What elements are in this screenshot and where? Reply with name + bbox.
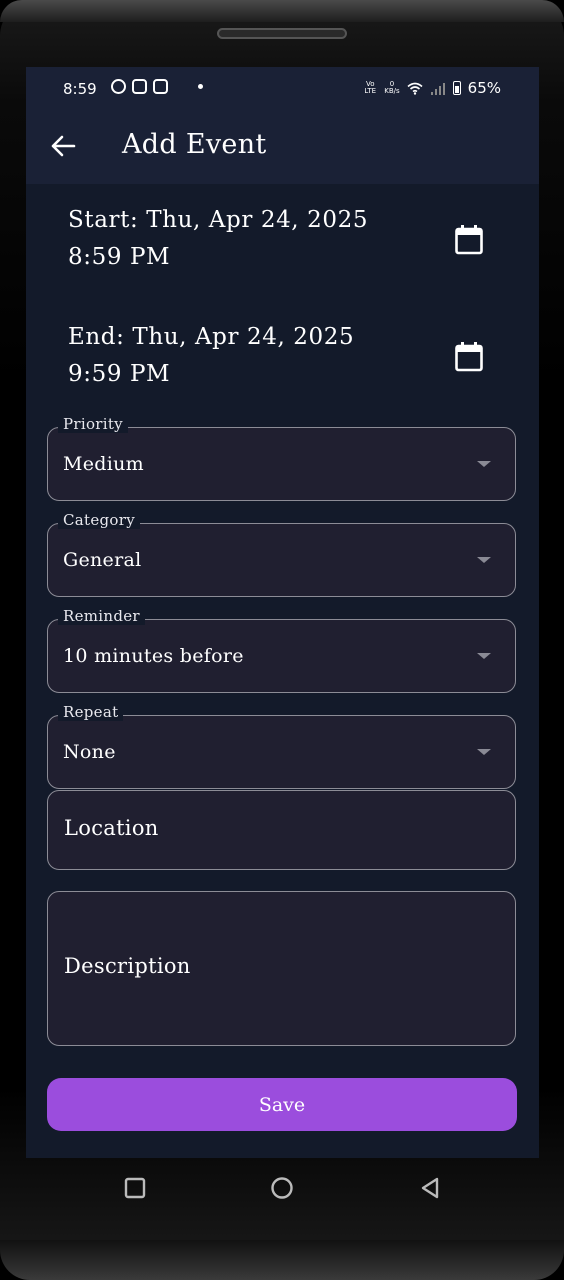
screen: 8:59 Vo LTE 0 KB/s 65% Add Event Start: … bbox=[26, 67, 539, 1158]
more-notifications-dot bbox=[198, 84, 203, 89]
back-triangle-icon[interactable] bbox=[418, 1176, 442, 1200]
chevron-down-icon bbox=[477, 749, 491, 755]
start-calendar-icon[interactable] bbox=[454, 224, 484, 256]
end-time: 9:59 PM bbox=[68, 361, 171, 387]
page-title: Add Event bbox=[122, 129, 267, 160]
repeat-label: Repeat bbox=[58, 703, 124, 721]
location-input[interactable]: Location bbox=[47, 790, 516, 870]
phone-frame-top bbox=[0, 0, 564, 22]
end-calendar-icon[interactable] bbox=[454, 341, 484, 373]
chevron-down-icon bbox=[477, 653, 491, 659]
category-label: Category bbox=[58, 511, 141, 529]
recents-square-icon[interactable] bbox=[123, 1176, 147, 1200]
battery-icon bbox=[452, 81, 461, 95]
status-bar: 8:59 Vo LTE 0 KB/s 65% bbox=[26, 67, 539, 109]
back-arrow-icon[interactable] bbox=[50, 133, 76, 159]
start-datetime-text: Start: Thu, Apr 24, 2025 8:59 PM bbox=[68, 202, 368, 276]
category-value: General bbox=[63, 549, 142, 571]
reminder-dropdown[interactable]: Reminder 10 minutes before bbox=[47, 607, 516, 693]
instagram-icon bbox=[153, 79, 168, 94]
home-circle-icon[interactable] bbox=[270, 1176, 294, 1200]
chevron-down-icon bbox=[477, 557, 491, 563]
app-bar: Add Event bbox=[26, 109, 539, 184]
earpiece-speaker bbox=[217, 28, 347, 39]
priority-dropdown[interactable]: Priority Medium bbox=[47, 415, 516, 501]
end-datetime-text: End: Thu, Apr 24, 2025 9:59 PM bbox=[68, 319, 354, 393]
reminder-value: 10 minutes before bbox=[63, 645, 244, 667]
location-placeholder: Location bbox=[64, 816, 159, 840]
whatsapp-icon bbox=[111, 79, 126, 94]
end-date: End: Thu, Apr 24, 2025 bbox=[68, 324, 355, 350]
system-nav-bar bbox=[0, 1158, 564, 1218]
save-button[interactable]: Save bbox=[47, 1078, 517, 1131]
status-right: Vo LTE 0 KB/s 65% bbox=[363, 79, 501, 97]
instagram-icon bbox=[132, 79, 147, 94]
priority-label: Priority bbox=[58, 415, 128, 433]
phone-frame-bottom bbox=[0, 1240, 564, 1280]
category-dropdown[interactable]: Category General bbox=[47, 511, 516, 597]
status-time: 8:59 bbox=[63, 80, 97, 98]
notification-icons bbox=[111, 79, 203, 94]
start-datetime-row[interactable]: Start: Thu, Apr 24, 2025 8:59 PM bbox=[26, 202, 539, 292]
repeat-value: None bbox=[63, 741, 116, 763]
start-time: 8:59 PM bbox=[68, 244, 171, 270]
signal-icon bbox=[430, 82, 445, 95]
battery-level: 65% bbox=[467, 79, 501, 97]
repeat-dropdown[interactable]: Repeat None bbox=[47, 703, 516, 789]
reminder-label: Reminder bbox=[58, 607, 145, 625]
description-input[interactable]: Description bbox=[47, 891, 516, 1046]
volte-indicator: Vo LTE bbox=[364, 80, 377, 95]
priority-value: Medium bbox=[63, 453, 144, 475]
wifi-icon bbox=[407, 82, 423, 95]
end-datetime-row[interactable]: End: Thu, Apr 24, 2025 9:59 PM bbox=[26, 319, 539, 409]
description-placeholder: Description bbox=[64, 954, 191, 978]
start-date: Start: Thu, Apr 24, 2025 bbox=[68, 207, 369, 233]
chevron-down-icon bbox=[477, 461, 491, 467]
data-rate-unit: KB/s bbox=[384, 87, 400, 95]
data-rate-indicator: 0 KB/s bbox=[384, 81, 399, 95]
